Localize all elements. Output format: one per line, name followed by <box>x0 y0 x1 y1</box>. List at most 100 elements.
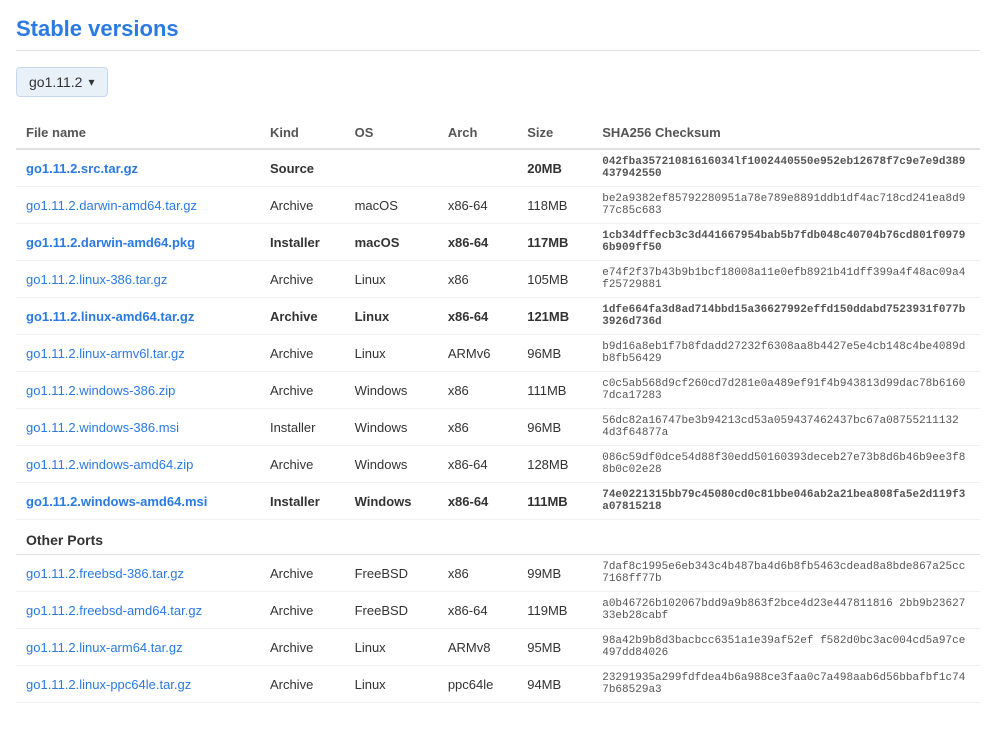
cell-kind: Archive <box>260 592 345 629</box>
file-link[interactable]: go1.11.2.windows-386.msi <box>26 420 179 435</box>
table-row: go1.11.2.linux-386.tar.gz ArchiveLinuxx86… <box>16 261 980 298</box>
cell-size: 119MB <box>517 592 592 629</box>
cell-filename: go1.11.2.windows-amd64.zip <box>16 446 260 483</box>
cell-kind: Archive <box>260 187 345 224</box>
file-link[interactable]: go1.11.2.darwin-amd64.pkg <box>26 235 195 250</box>
cell-os: Linux <box>345 666 438 703</box>
cell-size: 128MB <box>517 446 592 483</box>
chevron-down-icon: ▾ <box>88 75 94 89</box>
version-selector[interactable]: go1.11.2 ▾ <box>16 67 108 97</box>
col-header-kind: Kind <box>260 117 345 149</box>
col-header-size: Size <box>517 117 592 149</box>
cell-size: 117MB <box>517 224 592 261</box>
cell-checksum: 1cb34dffecb3c3d441667954bab5b7fdb048c407… <box>592 224 980 261</box>
cell-checksum: a0b46726b102067bdd9a9b863f2bce4d23e44781… <box>592 592 980 629</box>
cell-os: Windows <box>345 483 438 520</box>
cell-os: FreeBSD <box>345 555 438 592</box>
file-link[interactable]: go1.11.2.linux-armv6l.tar.gz <box>26 346 185 361</box>
cell-arch: x86-64 <box>438 187 517 224</box>
cell-filename: go1.11.2.linux-ppc64le.tar.gz <box>16 666 260 703</box>
cell-kind: Installer <box>260 409 345 446</box>
table-row: go1.11.2.windows-amd64.msi InstallerWindo… <box>16 483 980 520</box>
cell-filename: go1.11.2.src.tar.gz <box>16 149 260 187</box>
col-header-arch: Arch <box>438 117 517 149</box>
cell-kind: Archive <box>260 666 345 703</box>
cell-filename: go1.11.2.linux-386.tar.gz <box>16 261 260 298</box>
cell-checksum: 23291935a299fdfdea4b6a988ce3faa0c7a498aa… <box>592 666 980 703</box>
file-link[interactable]: go1.11.2.linux-ppc64le.tar.gz <box>26 677 191 692</box>
table-row: go1.11.2.freebsd-386.tar.gz ArchiveFreeBS… <box>16 555 980 592</box>
file-link[interactable]: go1.11.2.windows-amd64.zip <box>26 457 193 472</box>
cell-filename: go1.11.2.darwin-amd64.pkg <box>16 224 260 261</box>
cell-size: 96MB <box>517 409 592 446</box>
cell-size: 99MB <box>517 555 592 592</box>
cell-filename: go1.11.2.windows-amd64.msi <box>16 483 260 520</box>
file-link[interactable]: go1.11.2.darwin-amd64.tar.gz <box>26 198 197 213</box>
cell-checksum: e74f2f37b43b9b1bcf18008a11e0efb8921b41df… <box>592 261 980 298</box>
cell-size: 118MB <box>517 187 592 224</box>
cell-kind: Archive <box>260 372 345 409</box>
cell-checksum: b9d16a8eb1f7b8fdadd27232f6308aa8b4427e5e… <box>592 335 980 372</box>
cell-kind: Archive <box>260 446 345 483</box>
table-row: go1.11.2.darwin-amd64.pkg InstallermacOSx… <box>16 224 980 261</box>
cell-checksum: c0c5ab568d9cf260cd7d281e0a489ef91f4b9438… <box>592 372 980 409</box>
file-link[interactable]: go1.11.2.linux-amd64.tar.gz <box>26 309 194 324</box>
cell-os: Windows <box>345 446 438 483</box>
cell-checksum: 086c59df0dce54d88f30edd50160393deceb27e7… <box>592 446 980 483</box>
cell-filename: go1.11.2.windows-386.msi <box>16 409 260 446</box>
file-link[interactable]: go1.11.2.freebsd-amd64.tar.gz <box>26 603 202 618</box>
cell-os: Windows <box>345 372 438 409</box>
cell-kind: Archive <box>260 261 345 298</box>
cell-arch: ARMv6 <box>438 335 517 372</box>
col-header-filename: File name <box>16 117 260 149</box>
file-link[interactable]: go1.11.2.linux-386.tar.gz <box>26 272 167 287</box>
cell-checksum: be2a9382ef85792280951a78e789e8891ddb1df4… <box>592 187 980 224</box>
cell-os: Linux <box>345 335 438 372</box>
table-row: go1.11.2.windows-386.msi InstallerWindows… <box>16 409 980 446</box>
cell-kind: Installer <box>260 483 345 520</box>
cell-size: 94MB <box>517 666 592 703</box>
cell-filename: go1.11.2.linux-arm64.tar.gz <box>16 629 260 666</box>
table-row: go1.11.2.windows-386.zipArchiveWindowsx8… <box>16 372 980 409</box>
file-link[interactable]: go1.11.2.windows-386.zip <box>26 383 175 398</box>
cell-arch: ppc64le <box>438 666 517 703</box>
cell-kind: Archive <box>260 629 345 666</box>
file-link[interactable]: go1.11.2.windows-amd64.msi <box>26 494 207 509</box>
cell-os: Linux <box>345 298 438 335</box>
cell-size: 20MB <box>517 149 592 187</box>
cell-filename: go1.11.2.darwin-amd64.tar.gz <box>16 187 260 224</box>
file-link[interactable]: go1.11.2.src.tar.gz <box>26 161 138 176</box>
cell-os: macOS <box>345 224 438 261</box>
col-header-os: OS <box>345 117 438 149</box>
cell-checksum: 7daf8c1995e6eb343c4b487ba4d6b8fb5463cdea… <box>592 555 980 592</box>
file-link[interactable]: go1.11.2.freebsd-386.tar.gz <box>26 566 184 581</box>
table-row: go1.11.2.linux-amd64.tar.gzArchiveLinuxx… <box>16 298 980 335</box>
table-row: go1.11.2.windows-amd64.zip ArchiveWindows… <box>16 446 980 483</box>
cell-os: Windows <box>345 409 438 446</box>
cell-arch <box>438 149 517 187</box>
table-row: go1.11.2.src.tar.gzSource20MB042fba35721… <box>16 149 980 187</box>
cell-arch: ARMv8 <box>438 629 517 666</box>
cell-kind: Installer <box>260 224 345 261</box>
cell-arch: x86-64 <box>438 224 517 261</box>
cell-os <box>345 149 438 187</box>
cell-arch: x86-64 <box>438 592 517 629</box>
cell-kind: Archive <box>260 555 345 592</box>
other-ports-section-header: Other Ports <box>16 520 980 555</box>
cell-kind: Archive <box>260 298 345 335</box>
cell-size: 105MB <box>517 261 592 298</box>
cell-filename: go1.11.2.freebsd-amd64.tar.gz <box>16 592 260 629</box>
version-label: go1.11.2 <box>29 74 82 90</box>
col-header-checksum: SHA256 Checksum <box>592 117 980 149</box>
cell-os: Linux <box>345 261 438 298</box>
file-link[interactable]: go1.11.2.linux-arm64.tar.gz <box>26 640 183 655</box>
page-title: Stable versions <box>16 16 980 51</box>
cell-checksum: 74e0221315bb79c45080cd0c81bbe046ab2a21be… <box>592 483 980 520</box>
cell-arch: x86 <box>438 555 517 592</box>
cell-kind: Source <box>260 149 345 187</box>
cell-size: 95MB <box>517 629 592 666</box>
cell-size: 111MB <box>517 372 592 409</box>
cell-os: Linux <box>345 629 438 666</box>
cell-arch: x86 <box>438 261 517 298</box>
cell-arch: x86-64 <box>438 446 517 483</box>
